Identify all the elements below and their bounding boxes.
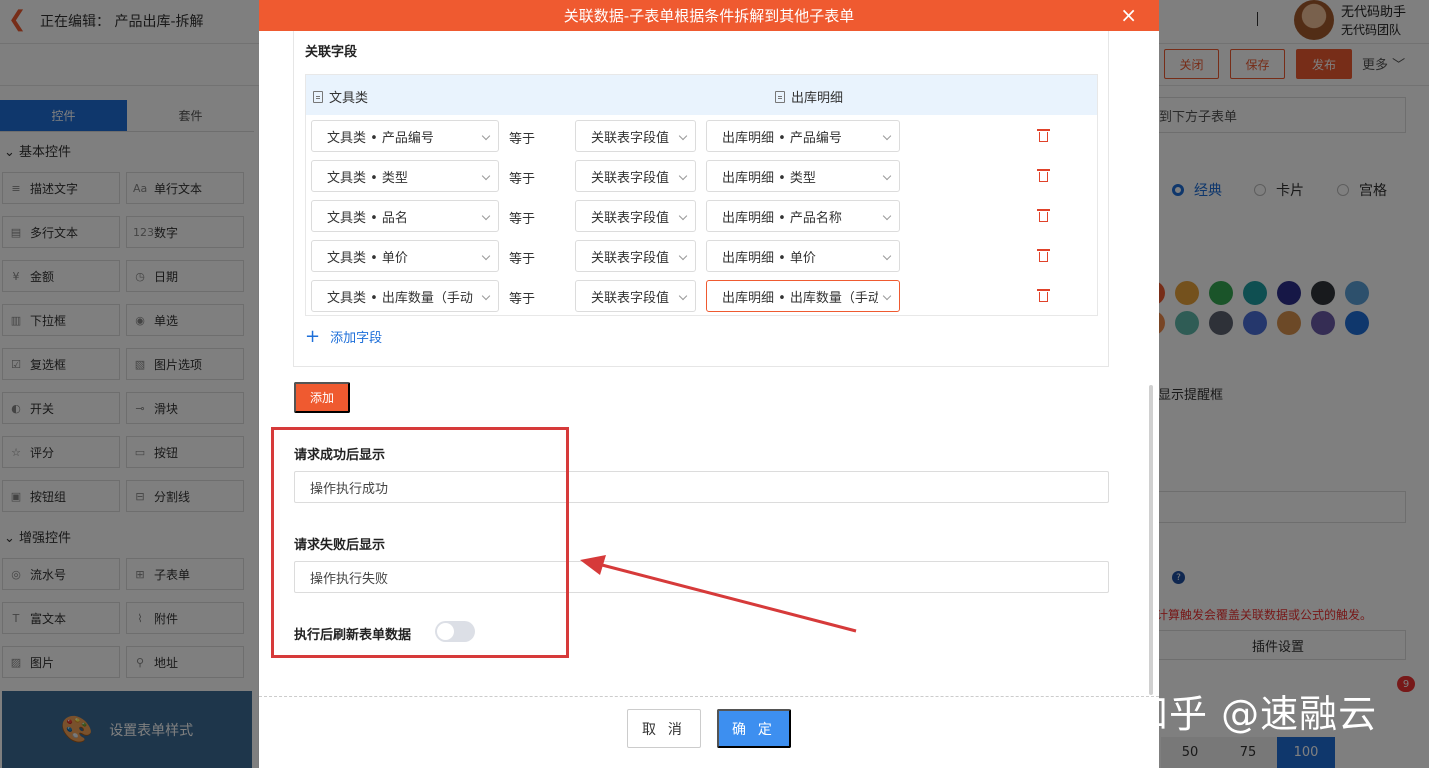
modal-title: 关联数据-子表单根据条件拆解到其他子表单 bbox=[563, 7, 855, 25]
operator-label: 等于 bbox=[509, 172, 536, 187]
table-row: 文具类 • 出库数量（手动 等于 关联表字段值 出库明细 • 出库数量（手动 bbox=[306, 276, 1097, 316]
target-field-select[interactable]: 出库明细 • 出库数量（手动 bbox=[706, 280, 900, 312]
trash-icon[interactable] bbox=[1037, 249, 1050, 262]
target-field-select-value: 出库明细 • 类型 bbox=[722, 170, 816, 186]
chevron-down-icon bbox=[481, 211, 491, 221]
table-row: 文具类 • 产品编号 等于 关联表字段值 出库明细 • 产品编号 bbox=[306, 116, 1097, 156]
value-mode-select[interactable]: 关联表字段值 bbox=[575, 240, 696, 272]
value-mode-select-value: 关联表字段值 bbox=[591, 130, 670, 146]
source-field-select-value: 文具类 • 类型 bbox=[327, 170, 408, 186]
value-mode-select-value: 关联表字段值 bbox=[591, 250, 670, 266]
trash-icon[interactable] bbox=[1037, 209, 1050, 222]
table-row: 文具类 • 单价 等于 关联表字段值 出库明细 • 单价 bbox=[306, 236, 1097, 276]
operator-label: 等于 bbox=[509, 132, 536, 147]
trash-icon[interactable] bbox=[1037, 169, 1050, 182]
source-field-select[interactable]: 文具类 • 产品编号 bbox=[311, 120, 499, 152]
add-field-link[interactable]: + 添加字段 bbox=[305, 327, 382, 346]
value-mode-select[interactable]: 关联表字段值 bbox=[575, 160, 696, 192]
chevron-down-icon bbox=[678, 211, 688, 221]
confirm-button[interactable]: 确 定 bbox=[717, 709, 791, 748]
target-field-select-value: 出库明细 • 产品编号 bbox=[722, 130, 842, 146]
table-header: 文具类 出库明细 bbox=[306, 75, 1097, 115]
chevron-down-icon bbox=[678, 291, 688, 301]
highlight-box bbox=[271, 427, 569, 658]
operator-label: 等于 bbox=[509, 252, 536, 267]
chevron-down-icon bbox=[678, 251, 688, 261]
trash-icon[interactable] bbox=[1037, 129, 1050, 142]
document-icon bbox=[313, 90, 323, 103]
chevron-down-icon bbox=[882, 251, 892, 261]
value-mode-select-value: 关联表字段值 bbox=[591, 210, 670, 226]
target-field-select[interactable]: 出库明细 • 类型 bbox=[706, 160, 900, 192]
modal-footer bbox=[259, 696, 1159, 768]
watermark: 知乎 @速融云 bbox=[1130, 692, 1378, 736]
value-mode-select[interactable]: 关联表字段值 bbox=[575, 280, 696, 312]
target-field-select-value: 出库明细 • 出库数量（手动 bbox=[722, 290, 878, 306]
trash-icon[interactable] bbox=[1037, 289, 1050, 302]
chevron-down-icon bbox=[481, 171, 491, 181]
source-field-select-value: 文具类 • 产品编号 bbox=[327, 130, 434, 146]
cancel-button[interactable]: 取 消 bbox=[627, 709, 701, 748]
chevron-down-icon bbox=[678, 171, 688, 181]
chevron-down-icon bbox=[882, 291, 892, 301]
chevron-down-icon bbox=[481, 291, 491, 301]
target-field-select[interactable]: 出库明细 • 产品名称 bbox=[706, 200, 900, 232]
document-icon bbox=[775, 90, 785, 103]
value-mode-select-value: 关联表字段值 bbox=[591, 290, 670, 306]
source-field-select[interactable]: 文具类 • 出库数量（手动 bbox=[311, 280, 499, 312]
chevron-down-icon bbox=[882, 211, 892, 221]
operator-label: 等于 bbox=[509, 212, 536, 227]
col-right-label: 出库明细 bbox=[791, 91, 844, 106]
add-button[interactable]: 添加 bbox=[294, 382, 350, 413]
source-field-select-value: 文具类 • 品名 bbox=[327, 210, 408, 226]
source-field-select-value: 文具类 • 单价 bbox=[327, 250, 408, 266]
col-left-label: 文具类 bbox=[329, 91, 369, 106]
target-field-select-value: 出库明细 • 产品名称 bbox=[722, 210, 842, 226]
annotation-arrow bbox=[580, 555, 857, 633]
chevron-down-icon bbox=[481, 131, 491, 141]
modal-scrollbar[interactable] bbox=[1149, 385, 1153, 695]
chevron-down-icon bbox=[882, 171, 892, 181]
source-field-select[interactable]: 文具类 • 类型 bbox=[311, 160, 499, 192]
target-field-select[interactable]: 出库明细 • 产品编号 bbox=[706, 120, 900, 152]
modal-header: 关联数据-子表单根据条件拆解到其他子表单 × bbox=[259, 0, 1159, 31]
operator-label: 等于 bbox=[509, 292, 536, 307]
value-mode-select[interactable]: 关联表字段值 bbox=[575, 200, 696, 232]
source-field-select-value: 文具类 • 出库数量（手动 bbox=[327, 290, 473, 306]
value-mode-select-value: 关联表字段值 bbox=[591, 170, 670, 186]
chevron-down-icon bbox=[678, 131, 688, 141]
col-right-header: 出库明细 bbox=[775, 87, 843, 106]
plus-icon: + bbox=[305, 325, 321, 347]
table-row: 文具类 • 品名 等于 关联表字段值 出库明细 • 产品名称 bbox=[306, 196, 1097, 236]
source-field-select[interactable]: 文具类 • 单价 bbox=[311, 240, 499, 272]
section-title: 关联字段 bbox=[305, 45, 358, 60]
value-mode-select[interactable]: 关联表字段值 bbox=[575, 120, 696, 152]
chevron-down-icon bbox=[882, 131, 892, 141]
add-field-label: 添加字段 bbox=[330, 331, 383, 346]
field-mapping-table: 文具类 出库明细 文具类 • 产品编号 等于 关联表字段值 出库明细 • 产品编号 文具… bbox=[305, 74, 1098, 316]
target-field-select[interactable]: 出库明细 • 单价 bbox=[706, 240, 900, 272]
target-field-select-value: 出库明细 • 单价 bbox=[722, 250, 816, 266]
source-field-select[interactable]: 文具类 • 品名 bbox=[311, 200, 499, 232]
table-row: 文具类 • 类型 等于 关联表字段值 出库明细 • 类型 bbox=[306, 156, 1097, 196]
close-icon[interactable]: × bbox=[1120, 4, 1137, 26]
col-left-header: 文具类 bbox=[313, 87, 368, 106]
chevron-down-icon bbox=[481, 251, 491, 261]
